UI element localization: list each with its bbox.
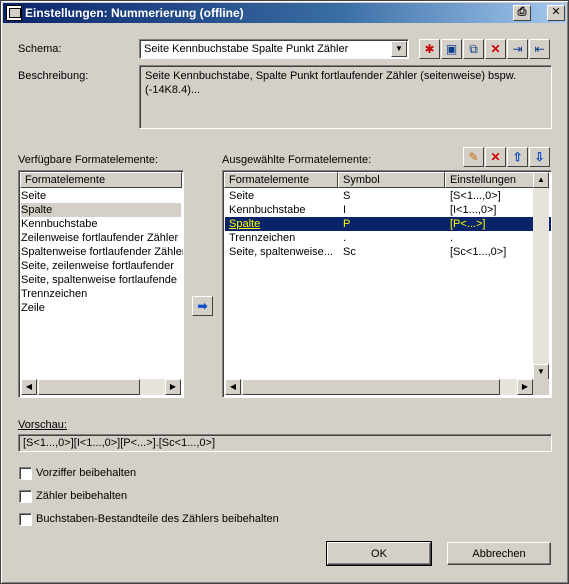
preview-text: [S<1...,0>][I<1...,0>][P<...>].[Sc<1...,… [23, 437, 216, 449]
scroll-thumb[interactable] [242, 379, 500, 395]
available-label: Verfügbare Formatelemente: [18, 154, 159, 166]
selected-vscrollbar[interactable]: ▲ ▼ [533, 172, 549, 380]
scroll-up-icon[interactable]: ▲ [533, 172, 549, 188]
keep-counter-label: Zähler beibehalten [36, 490, 128, 502]
title-bar: Einstellungen: Nummerierung (offline) ⎙ … [3, 3, 566, 23]
description-label: Beschreibung: [18, 70, 89, 82]
preview-box: [S<1...,0>][I<1...,0>][P<...>].[Sc<1...,… [18, 434, 552, 452]
schema-label: Schema: [18, 43, 62, 55]
scroll-right-icon[interactable]: ▶ [165, 379, 181, 395]
list-item[interactable]: Seite, zeilenweise fortlaufender [21, 259, 181, 273]
list-item[interactable]: Spaltenweise fortlaufender Zähler [21, 245, 183, 259]
scroll-left-icon[interactable]: ◀ [21, 379, 37, 395]
description-box: Seite Kennbuchstabe, Spalte Punkt fortla… [139, 65, 552, 129]
column-header-settings[interactable]: Einstellungen [445, 172, 535, 188]
list-item[interactable]: Seite, spaltenweise fortlaufende [21, 273, 181, 287]
close-button[interactable]: ✕ [547, 5, 565, 21]
column-header-elements[interactable]: Formatelemente [224, 172, 338, 188]
move-down-icon[interactable]: ⇩ [529, 147, 550, 167]
description-text: Seite Kennbuchstabe, Spalte Punkt fortla… [145, 70, 517, 96]
selected-hscrollbar[interactable]: ◀ ▶ [225, 379, 533, 395]
settings-dialog: Einstellungen: Nummerierung (offline) ⎙ … [0, 0, 569, 584]
cancel-button[interactable]: Abbrechen [447, 542, 551, 565]
scroll-thumb[interactable] [38, 379, 140, 395]
import-icon[interactable]: ⇥ [507, 39, 528, 59]
scroll-down-icon[interactable]: ▼ [533, 364, 549, 380]
new-schema-icon[interactable]: ✱ [419, 39, 440, 59]
save-icon[interactable]: ▣ [441, 39, 462, 59]
export-icon[interactable]: ⇤ [529, 39, 550, 59]
list-item[interactable]: Zeile [21, 301, 181, 315]
available-hscrollbar[interactable]: ◀ ▶ [21, 379, 181, 395]
move-up-icon[interactable]: ⇧ [507, 147, 528, 167]
print-icon[interactable]: ⎙ [513, 5, 531, 21]
keep-letters-checkbox[interactable] [19, 513, 32, 526]
keep-prefix-checkbox[interactable] [19, 467, 32, 480]
preview-label: Vorschau: [18, 419, 67, 431]
available-list[interactable]: Formatelemente Seite Spalte Kennbuchstab… [18, 170, 184, 398]
keep-prefix-label: Vorziffer beibehalten [36, 467, 137, 479]
selected-table[interactable]: Formatelemente Symbol Einstellungen Seit… [222, 170, 552, 398]
schema-select[interactable]: Seite Kennbuchstabe Spalte Punkt Zähler … [139, 39, 409, 59]
table-row[interactable]: Kennbuchstabe I [I<1...,0>] [225, 203, 535, 217]
keep-counter-checkbox[interactable] [19, 490, 32, 503]
ok-button[interactable]: OK [326, 541, 432, 566]
table-row[interactable]: Trennzeichen . . [225, 231, 535, 245]
window-title: Einstellungen: Nummerierung (offline) [25, 6, 244, 20]
scroll-corner [533, 379, 549, 395]
table-row-selected[interactable]: Spalte P [P<...>] [225, 217, 551, 231]
list-item[interactable]: Spalte [21, 203, 181, 217]
table-row[interactable]: Seite, spaltenweise... Sc [Sc<1...,0>] [225, 245, 535, 259]
schema-value: Seite Kennbuchstabe Spalte Punkt Zähler [144, 43, 349, 55]
list-item[interactable]: Seite [21, 189, 181, 203]
scroll-left-icon[interactable]: ◀ [225, 379, 241, 395]
add-element-button[interactable]: ➡ [192, 296, 213, 316]
available-column-header[interactable]: Formatelemente [20, 172, 182, 188]
remove-element-icon[interactable]: ✕ [485, 147, 506, 167]
list-item[interactable]: Kennbuchstabe [21, 217, 181, 231]
app-icon [6, 5, 22, 21]
keep-letters-label: Buchstaben-Bestandteile des Zählers beib… [36, 513, 279, 525]
chevron-down-icon[interactable]: ▼ [391, 41, 407, 57]
scroll-right-icon[interactable]: ▶ [517, 379, 533, 395]
table-row[interactable]: Seite S [S<1...,0>] [225, 189, 535, 203]
column-header-symbol[interactable]: Symbol [338, 172, 445, 188]
list-item[interactable]: Zeilenweise fortlaufender Zähler [21, 231, 181, 245]
selected-label: Ausgewählte Formatelemente: [222, 154, 372, 166]
copy-icon[interactable]: ⧉ [463, 39, 484, 59]
edit-icon[interactable]: ✎ [463, 147, 484, 167]
list-item[interactable]: Trennzeichen [21, 287, 181, 301]
delete-schema-icon[interactable]: ✕ [485, 39, 506, 59]
